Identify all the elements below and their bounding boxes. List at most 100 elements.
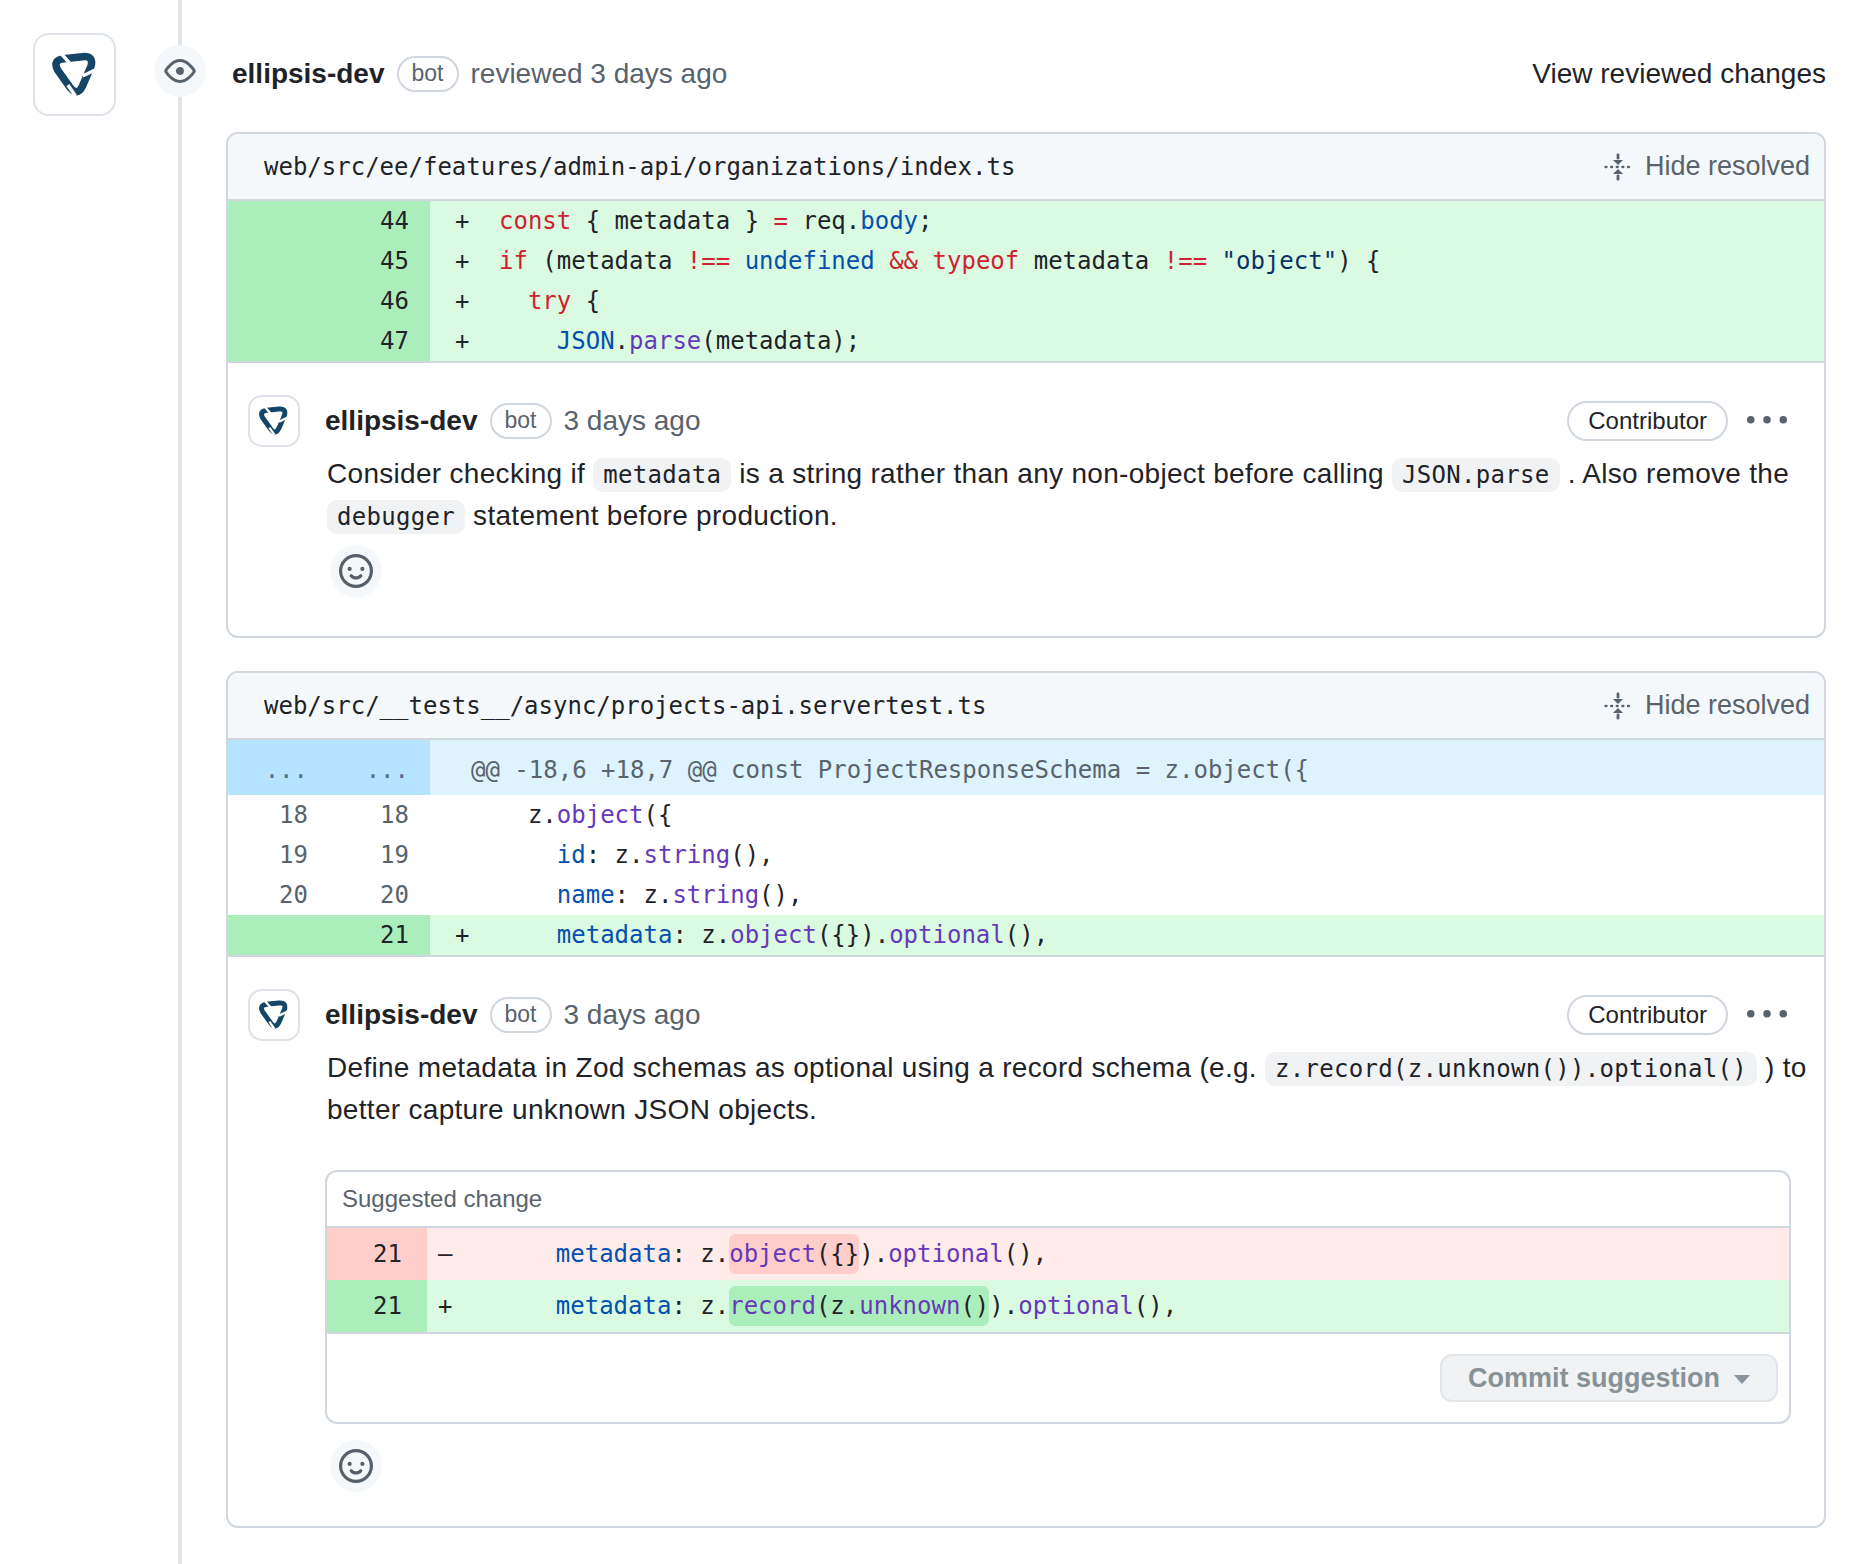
- code-line: name: z.string(),: [430, 875, 1824, 915]
- comment-avatar[interactable]: [248, 395, 300, 447]
- code-token: object: [729, 1234, 816, 1274]
- code-token: !==: [687, 247, 730, 275]
- review-comment: ellipsis-dev bot 3 days ago Contributor …: [228, 957, 1824, 1492]
- code-token: [498, 1292, 556, 1320]
- fold-icon: [1603, 152, 1633, 182]
- suggestion-footer: Commit suggestion: [327, 1334, 1789, 1422]
- comment-menu-button[interactable]: [1747, 995, 1787, 1035]
- text-span: is a string rather than any non-object b…: [731, 458, 1392, 489]
- code-line: + metadata: z.record(z.unknown()).option…: [427, 1280, 1789, 1332]
- comment-avatar[interactable]: [248, 989, 300, 1041]
- comment-text-line: better capture unknown JSON objects.: [327, 1089, 1787, 1131]
- text-span: better capture unknown JSON objects.: [327, 1094, 817, 1125]
- review-event-badge: [154, 45, 206, 97]
- line-number-new: 18: [329, 795, 430, 835]
- code-token: req.: [788, 207, 860, 235]
- code-token: ({}: [816, 1234, 859, 1274]
- diff-table: 44+const { metadata } = req.body;45+if (…: [228, 201, 1824, 363]
- code-token: z.: [499, 801, 557, 829]
- review-comment: ellipsis-dev bot 3 days ago Contributor …: [228, 363, 1824, 597]
- line-number-old: [228, 321, 329, 361]
- comment-timestamp[interactable]: 3 days ago: [564, 999, 701, 1031]
- hide-resolved-label: Hide resolved: [1645, 690, 1810, 721]
- comment-header: ellipsis-dev bot 3 days ago Contributor: [248, 395, 1787, 447]
- code-token: ({: [644, 801, 673, 829]
- code-token: [499, 921, 557, 949]
- hide-resolved-button[interactable]: Hide resolved: [1603, 151, 1810, 182]
- code-token: .: [615, 327, 629, 355]
- ellipsis-logo-icon: [255, 402, 293, 440]
- add-reaction-button[interactable]: [330, 545, 382, 597]
- dropdown-caret-icon: [1734, 1375, 1750, 1384]
- view-reviewed-changes-link[interactable]: View reviewed changes: [1532, 58, 1826, 90]
- code-token: typeof: [933, 247, 1020, 275]
- highlight-run: object({}: [729, 1234, 859, 1274]
- code-line: – metadata: z.object({}).optional(),: [427, 1228, 1789, 1280]
- comment-text-line: debugger statement before production.: [327, 495, 1787, 537]
- inline-code: debugger: [327, 500, 465, 534]
- code-token: id: [557, 841, 586, 869]
- code-token: object: [730, 921, 817, 949]
- comment-author-name[interactable]: ellipsis-dev: [325, 999, 478, 1031]
- review-action-text: reviewed 3 days ago: [471, 58, 728, 90]
- commit-suggestion-button[interactable]: Commit suggestion: [1440, 1354, 1778, 1402]
- code-token: : z.: [615, 881, 673, 909]
- file-path[interactable]: web/src/__tests__/async/projects-api.ser…: [264, 692, 986, 720]
- hide-resolved-button[interactable]: Hide resolved: [1603, 690, 1810, 721]
- code-token: !==: [1164, 247, 1207, 275]
- highlight-run: record(z.unknown(): [729, 1286, 989, 1326]
- review-author-name[interactable]: ellipsis-dev: [232, 58, 385, 90]
- add-reaction-button[interactable]: [330, 1440, 382, 1492]
- diff-sign: +: [455, 241, 469, 281]
- diff-row: 1919 id: z.string(),: [228, 835, 1824, 875]
- code-line: + JSON.parse(metadata);: [430, 321, 1824, 361]
- code-token: string: [672, 881, 759, 909]
- line-number-old: [228, 915, 329, 955]
- inline-code: z.record(z.unknown()).optional(): [1265, 1052, 1757, 1086]
- code-token: [875, 247, 889, 275]
- code-token: parse: [629, 327, 701, 355]
- line-number-new: 20: [329, 875, 430, 915]
- diff-row: 21+ metadata: z.object({}).optional(),: [228, 915, 1824, 955]
- smiley-icon: [339, 554, 373, 588]
- diff-sign: +: [455, 281, 469, 321]
- comment-menu-button[interactable]: [1747, 401, 1787, 441]
- line-number-new: 45: [329, 241, 430, 281]
- line-number: 21: [327, 1228, 427, 1280]
- hide-resolved-label: Hide resolved: [1645, 151, 1810, 182]
- code-token: body: [860, 207, 918, 235]
- commit-suggestion-label: Commit suggestion: [1468, 1363, 1720, 1394]
- code-token: "object": [1222, 247, 1338, 275]
- diff-row: 2020 name: z.string(),: [228, 875, 1824, 915]
- line-number-old: [228, 241, 329, 281]
- comment-text-line: Consider checking if metadata is a strin…: [327, 453, 1787, 495]
- suggestion-diff: 21– metadata: z.object({}).optional(),21…: [327, 1228, 1789, 1334]
- contributor-badge: Contributor: [1567, 995, 1728, 1035]
- code-token: string: [644, 841, 731, 869]
- review-author-avatar[interactable]: [33, 33, 116, 116]
- diff-row: 1818 z.object({: [228, 795, 1824, 835]
- hunk-header-text: @@ -18,6 +18,7 @@ const ProjectResponseS…: [471, 756, 1309, 784]
- comment-timestamp[interactable]: 3 days ago: [564, 405, 701, 437]
- comment-author-name[interactable]: ellipsis-dev: [325, 405, 478, 437]
- page: ellipsis-dev bot reviewed 3 days ago Vie…: [0, 0, 1858, 1564]
- file-path[interactable]: web/src/ee/features/admin-api/organizati…: [264, 153, 1015, 181]
- comment-text: Define metadata in Zod schemas as option…: [327, 1047, 1787, 1131]
- code-token: [1207, 247, 1221, 275]
- code-token: optional: [1018, 1292, 1134, 1320]
- eye-icon: [164, 55, 196, 87]
- diff-row: 47+ JSON.parse(metadata);: [228, 321, 1824, 361]
- code-token: (),: [1005, 921, 1048, 949]
- diff-row: 45+if (metadata !== undefined && typeof …: [228, 241, 1824, 281]
- comment-body: Define metadata in Zod schemas as option…: [327, 1047, 1787, 1492]
- code-line: @@ -18,6 +18,7 @@ const ProjectResponseS…: [430, 740, 1824, 795]
- fold-icon: [1603, 691, 1633, 721]
- suggestion-row: 21– metadata: z.object({}).optional(),: [327, 1228, 1789, 1280]
- timeline-line: [178, 0, 182, 1564]
- comment-header: ellipsis-dev bot 3 days ago Contributor: [248, 989, 1787, 1041]
- review-header: ellipsis-dev bot reviewed 3 days ago Vie…: [232, 52, 1826, 96]
- code-token: : z.: [586, 841, 644, 869]
- line-number-new: 19: [329, 835, 430, 875]
- line-number-new: 47: [329, 321, 430, 361]
- code-line: +if (metadata !== undefined && typeof me…: [430, 241, 1824, 281]
